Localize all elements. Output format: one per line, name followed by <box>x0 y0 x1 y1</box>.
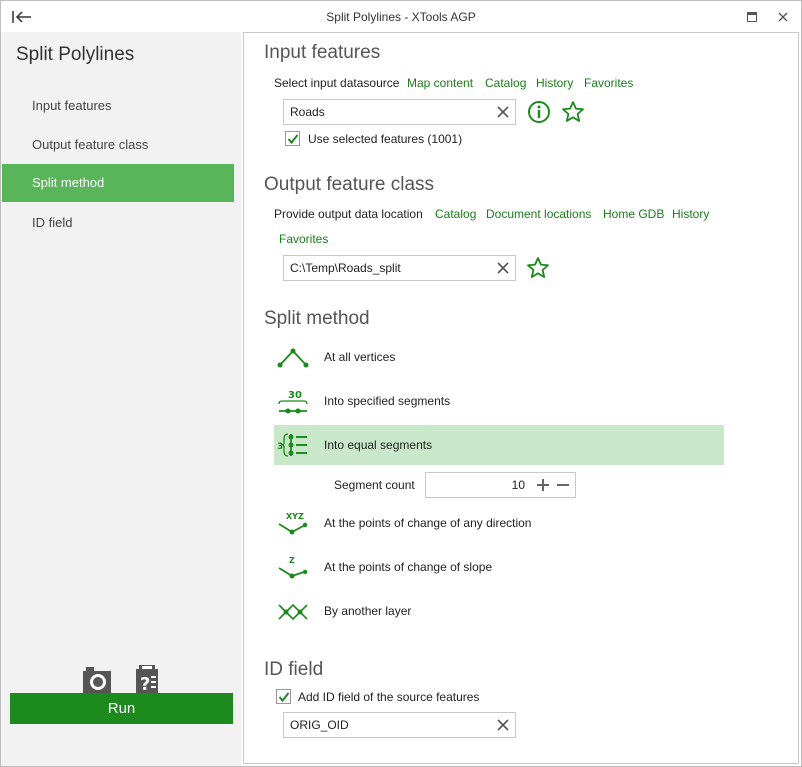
id-field-input[interactable]: ORIG_OID <box>283 712 516 738</box>
app-title: Split Polylines <box>16 44 135 65</box>
close-icon[interactable] <box>776 10 790 24</box>
method-label: At all vertices <box>324 350 396 364</box>
link-output-favorites[interactable]: Favorites <box>279 232 328 246</box>
segment-count-value: 10 <box>511 478 525 492</box>
checkmark-icon <box>278 692 290 703</box>
run-button[interactable]: Run <box>10 693 233 724</box>
use-selected-label: Use selected features (1001) <box>308 132 463 146</box>
xyz-direction-icon-text: XYZ <box>286 512 304 521</box>
method-label: At the points of change of slope <box>324 560 493 574</box>
method-label: By another layer <box>324 604 412 618</box>
output-feature-class-title: Output feature class <box>264 174 435 195</box>
equal-segments-icon: 3 <box>277 433 307 457</box>
maximize-icon[interactable] <box>745 10 759 24</box>
id-field-title: ID field <box>264 659 324 680</box>
title-bar: Split Polylines - XTools AGP <box>0 0 802 32</box>
clipboard-help-icon[interactable]: ? <box>131 664 163 696</box>
checkmark-icon <box>287 134 299 145</box>
segment-count-label: Segment count <box>334 478 415 492</box>
svg-text:?: ? <box>140 674 150 695</box>
vertices-icon <box>277 348 309 368</box>
output-location-value: C:\Temp\Roads_split <box>290 261 401 275</box>
camera-icon[interactable] <box>81 664 113 696</box>
sidebar-item-output-feature-class[interactable]: Output feature class <box>2 126 234 164</box>
intersect-layer-icon <box>278 603 308 621</box>
link-map-content[interactable]: Map content <box>407 76 473 90</box>
plus-icon[interactable] <box>536 478 550 492</box>
method-into-specified-segments[interactable]: 30 Into specified segments <box>274 381 724 421</box>
use-selected-checkbox[interactable] <box>285 131 300 146</box>
equal-segments-icon-text: 3 <box>277 442 283 452</box>
z-slope-icon: Z <box>278 556 308 579</box>
method-into-equal-segments[interactable]: 3 Into equal segments <box>274 425 724 465</box>
link-document-locations[interactable]: Document locations <box>486 207 591 221</box>
method-change-of-direction[interactable]: XYZ At the points of change of any direc… <box>274 503 724 543</box>
sidebar-item-id-field[interactable]: ID field <box>2 204 234 242</box>
split-method-title: Split method <box>264 308 370 329</box>
clear-icon[interactable] <box>496 261 510 275</box>
method-label: At the points of change of any direction <box>324 516 532 530</box>
method-label: Into equal segments <box>324 438 433 452</box>
window-title: Split Polylines - XTools AGP <box>326 10 476 24</box>
sidebar-item-input-features[interactable]: Input features <box>2 87 234 125</box>
link-output-history[interactable]: History <box>672 207 709 221</box>
clear-icon[interactable] <box>496 105 510 119</box>
method-by-another-layer[interactable]: By another layer <box>274 591 724 631</box>
select-input-label: Select input datasource <box>274 76 400 90</box>
method-at-all-vertices[interactable]: At all vertices <box>274 337 724 377</box>
add-id-field-checkbox[interactable] <box>276 689 291 704</box>
segment-count-stepper[interactable]: 10 <box>425 472 576 498</box>
input-features-title: Input features <box>264 42 381 63</box>
link-catalog[interactable]: Catalog <box>485 76 526 90</box>
sidebar: Split Polylines Input features Output fe… <box>1 32 241 766</box>
info-icon[interactable] <box>527 100 551 124</box>
add-id-field-label: Add ID field of the source features <box>298 690 480 704</box>
sidebar-item-split-method[interactable]: Split method <box>2 164 234 202</box>
z-slope-icon-text: Z <box>289 556 295 565</box>
clear-icon[interactable] <box>496 718 510 732</box>
link-favorites[interactable]: Favorites <box>584 76 633 90</box>
input-datasource-field[interactable]: Roads <box>283 99 516 125</box>
link-home-gdb[interactable]: Home GDB <box>603 207 664 221</box>
output-location-field[interactable]: C:\Temp\Roads_split <box>283 255 516 281</box>
input-datasource-value: Roads <box>290 105 325 119</box>
star-icon[interactable] <box>526 256 550 280</box>
method-change-of-slope[interactable]: Z At the points of change of slope <box>274 547 724 587</box>
xyz-direction-icon: XYZ <box>278 512 308 535</box>
star-icon[interactable] <box>561 100 585 124</box>
method-label: Into specified segments <box>324 394 451 408</box>
link-output-catalog[interactable]: Catalog <box>435 207 476 221</box>
segment-length-icon: 30 <box>278 390 308 414</box>
link-history[interactable]: History <box>536 76 573 90</box>
id-field-value: ORIG_OID <box>290 718 349 732</box>
segment-length-icon-text: 30 <box>288 390 302 401</box>
output-location-label: Provide output data location <box>274 207 423 221</box>
minus-icon[interactable] <box>556 478 570 492</box>
